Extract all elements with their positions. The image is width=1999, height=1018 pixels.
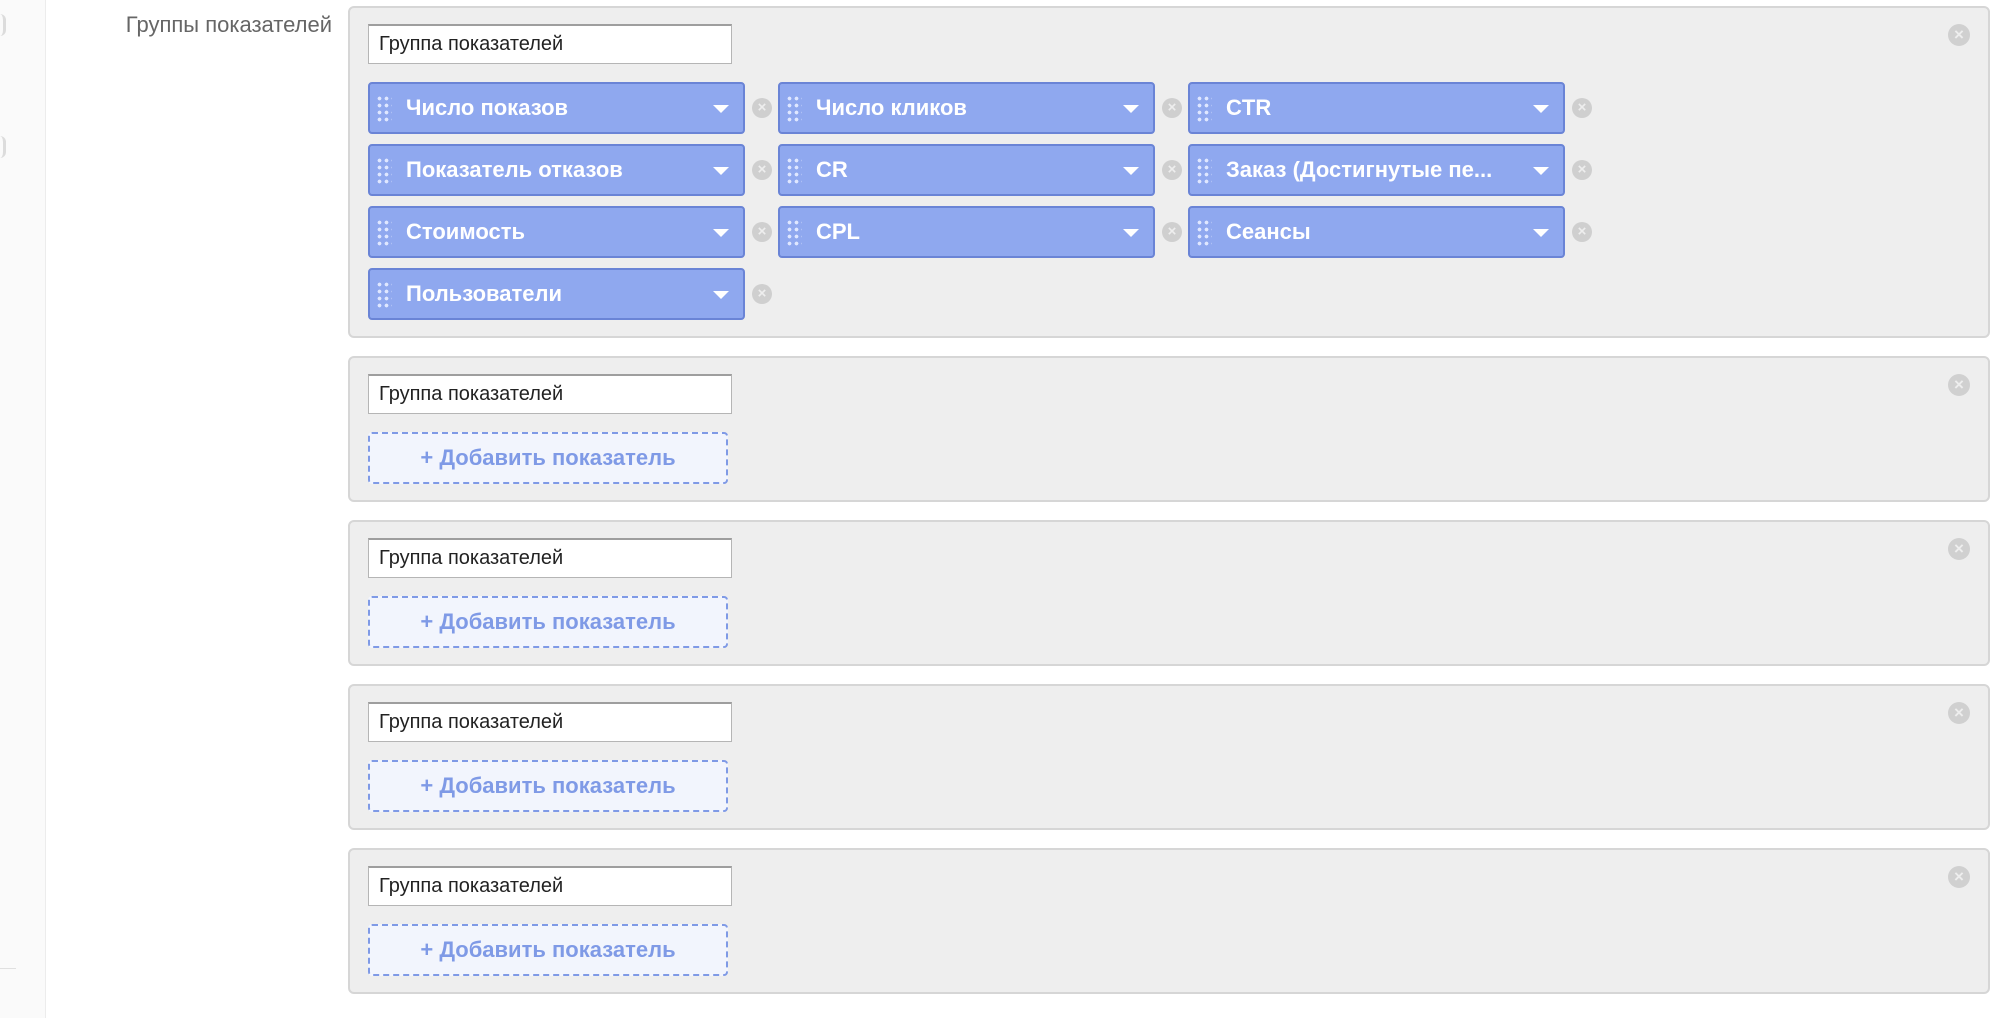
metric-chip-label: Пользователи: [406, 281, 563, 306]
remove-metric-icon[interactable]: ×: [1572, 222, 1592, 242]
remove-group-icon[interactable]: ×: [1948, 702, 1970, 724]
metric-groups-settings: Группы показателей × Число показов × Чис…: [0, 0, 1999, 1018]
metric-chip-label: Сеансы: [1226, 219, 1311, 244]
metric-chip[interactable]: Число показов: [368, 82, 745, 134]
metric-chip[interactable]: CTR: [1188, 82, 1565, 134]
metric-chip-label: Показатель отказов: [406, 157, 623, 182]
rail-divider: [0, 968, 16, 969]
group-name-input[interactable]: [368, 538, 732, 578]
metric-group: × + Добавить показатель: [348, 684, 1990, 830]
metric-chip[interactable]: Стоимость: [368, 206, 745, 258]
chevron-down-icon[interactable]: [713, 229, 729, 237]
chevron-down-icon[interactable]: [713, 105, 729, 113]
chevron-down-icon[interactable]: [1123, 167, 1139, 175]
drag-handle-icon[interactable]: [1196, 95, 1212, 123]
section-label: Группы показателей: [125, 12, 332, 37]
left-rail: [0, 0, 46, 1018]
add-metric-button[interactable]: + Добавить показатель: [368, 760, 728, 812]
metric-chip[interactable]: Число кликов: [778, 82, 1155, 134]
remove-metric-icon[interactable]: ×: [1162, 160, 1182, 180]
remove-group-icon[interactable]: ×: [1948, 24, 1970, 46]
metric-chip-label: CR: [816, 157, 848, 182]
metric-chip[interactable]: CR: [778, 144, 1155, 196]
remove-metric-icon[interactable]: ×: [1572, 160, 1592, 180]
metric-group: × Число показов × Число кликов × CTR × П…: [348, 6, 1990, 338]
metric-chip-label: CTR: [1226, 95, 1272, 120]
chevron-down-icon[interactable]: [1123, 105, 1139, 113]
remove-group-icon[interactable]: ×: [1948, 866, 1970, 888]
drag-handle-icon[interactable]: [376, 95, 392, 123]
metric-chip[interactable]: Пользователи: [368, 268, 745, 320]
metric-chip[interactable]: Показатель отказов: [368, 144, 745, 196]
rail-mark: [0, 136, 6, 158]
remove-metric-icon[interactable]: ×: [752, 98, 772, 118]
chevron-down-icon[interactable]: [1533, 167, 1549, 175]
remove-metric-icon[interactable]: ×: [752, 284, 772, 304]
group-name-input[interactable]: [368, 24, 732, 64]
chevron-down-icon[interactable]: [713, 167, 729, 175]
add-metric-button[interactable]: + Добавить показатель: [368, 596, 728, 648]
metric-chip[interactable]: CPL: [778, 206, 1155, 258]
chevron-down-icon[interactable]: [1533, 105, 1549, 113]
metric-group: × + Добавить показатель: [348, 520, 1990, 666]
metric-chip[interactable]: Сеансы: [1188, 206, 1565, 258]
remove-metric-icon[interactable]: ×: [1572, 98, 1592, 118]
drag-handle-icon[interactable]: [786, 219, 802, 247]
group-name-input[interactable]: [368, 866, 732, 906]
drag-handle-icon[interactable]: [376, 157, 392, 185]
remove-metric-icon[interactable]: ×: [1162, 222, 1182, 242]
remove-metric-icon[interactable]: ×: [752, 160, 772, 180]
chevron-down-icon[interactable]: [713, 291, 729, 299]
metric-group: × + Добавить показатель: [348, 848, 1990, 994]
drag-handle-icon[interactable]: [786, 95, 802, 123]
drag-handle-icon[interactable]: [1196, 157, 1212, 185]
remove-metric-icon[interactable]: ×: [1162, 98, 1182, 118]
chevron-down-icon[interactable]: [1123, 229, 1139, 237]
add-metric-button[interactable]: + Добавить показатель: [368, 432, 728, 484]
drag-handle-icon[interactable]: [1196, 219, 1212, 247]
remove-group-icon[interactable]: ×: [1948, 538, 1970, 560]
metric-chip-label: Число показов: [406, 95, 569, 120]
add-metric-button[interactable]: + Добавить показатель: [368, 924, 728, 976]
metric-chip-label: CPL: [816, 219, 860, 244]
metric-chip-label: Заказ (Достигнутые пе...: [1226, 157, 1493, 182]
metric-group: × + Добавить показатель: [348, 356, 1990, 502]
drag-handle-icon[interactable]: [376, 219, 392, 247]
chevron-down-icon[interactable]: [1533, 229, 1549, 237]
remove-metric-icon[interactable]: ×: [752, 222, 772, 242]
drag-handle-icon[interactable]: [376, 281, 392, 309]
group-name-input[interactable]: [368, 702, 732, 742]
metric-chip-label: Стоимость: [406, 219, 526, 244]
drag-handle-icon[interactable]: [786, 157, 802, 185]
metric-chip-label: Число кликов: [816, 95, 967, 120]
group-name-input[interactable]: [368, 374, 732, 414]
remove-group-icon[interactable]: ×: [1948, 374, 1970, 396]
metric-chip[interactable]: Заказ (Достигнутые пе...: [1188, 144, 1565, 196]
